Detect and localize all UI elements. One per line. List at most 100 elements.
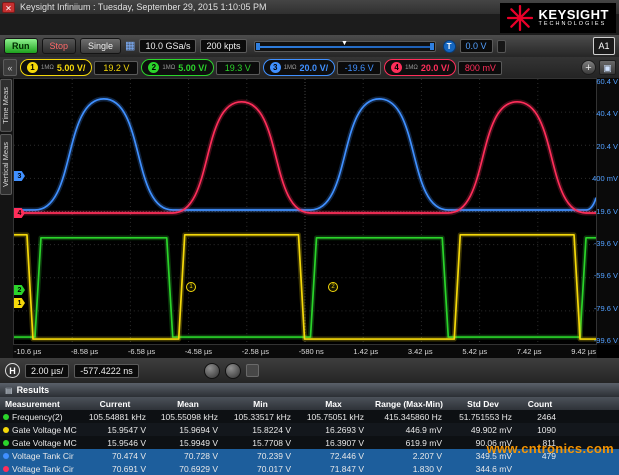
horizontal-position-knob[interactable] [225,363,241,379]
time-axis-label: 7.42 µs [517,347,542,356]
channel-4-offset[interactable]: 800 mV [458,61,502,75]
trigger-icon[interactable]: T [443,40,456,53]
channel-3-button[interactable]: 3 1MΩ 20.0 V/ [263,59,335,76]
time-axis-label: 9.42 µs [571,347,596,356]
channel-2-badge: 2 [148,62,159,73]
volt-axis-label: -39.6 V [594,240,618,248]
channel-2-offset[interactable]: 19.3 V [216,61,260,75]
close-icon[interactable]: ✕ [2,2,15,13]
time-axis-label: -10.6 µs [14,347,41,356]
add-waveform-icon[interactable]: + [581,60,596,75]
scope-a1-button[interactable]: A1 [593,37,615,55]
channel-3-scale: 20.0 V/ [300,63,329,73]
table-row-selected[interactable]: Voltage Tank Cir 70.691 V 70.6929 V 70.0… [0,462,619,475]
acquisition-icon: ▦ [125,41,135,52]
column-header: Range (Max-Min) [370,397,448,410]
scrollbar-right-cap [430,43,434,50]
measurement-gate-marker-2[interactable]: 2 [328,282,338,292]
column-header: Count [518,397,562,410]
volt-axis-label: 400 mV [592,175,618,183]
run-button[interactable]: Run [4,38,38,54]
time-axis-label: 3.42 µs [408,347,433,356]
channel-dot [3,427,9,433]
channel-2-controls: 2 1MΩ 5.00 V/ 19.3 V [141,59,259,76]
measurement-gate-marker-1[interactable]: 1 [186,282,196,292]
results-panel: ▤ Results Measurement Current Mean Min M… [0,383,619,475]
zoom-window-button[interactable] [246,364,259,377]
channel-2-button[interactable]: 2 1MΩ 5.00 V/ [141,59,213,76]
voltage-axis: 60.4 V 40.4 V 20.4 V 400 mV -19.6 V -39.… [597,78,619,345]
results-title: Results [17,385,50,395]
acquisition-scrollbar[interactable]: ▼ [254,41,436,52]
volt-axis-label: 20.4 V [596,143,618,151]
volt-axis-label: 40.4 V [596,110,618,118]
measurement-name: Frequency(2) [12,412,63,422]
watermark: www.cntronics.com [487,441,614,456]
column-header: Max [297,397,370,410]
volt-axis-label: -99.6 V [594,337,618,345]
window-title: Keysight Infiniium : Tuesday, September … [20,2,266,12]
channel-3-controls: 3 1MΩ 20.0 V/ -19.6 V [263,59,381,76]
timebase-position-box[interactable]: -577.4222 ns [74,364,139,378]
channel-1-impedance: 1MΩ [41,65,54,71]
results-table-header: Measurement Current Mean Min Max Range (… [0,397,619,410]
channel-1-offset[interactable]: 19.2 V [94,61,138,75]
waveform-display[interactable]: 3 4 2 1 1 2 [13,78,597,345]
channel-4-badge: 4 [391,62,402,73]
channel-2-scale: 5.00 V/ [178,63,207,73]
horizontal-icon[interactable]: H [5,363,20,378]
time-axis-label: -8.58 µs [71,347,98,356]
measurement-name: Voltage Tank Cir [12,451,74,461]
channel-3-badge: 3 [270,62,281,73]
measurement-name: Voltage Tank Cir [12,464,74,474]
time-axis-label: 5.42 µs [462,347,487,356]
tab-time-meas[interactable]: Time Meas [0,79,12,132]
channel-1-badge: 1 [27,62,38,73]
column-header: Current [78,397,152,410]
collapse-sidebar-icon[interactable]: « [3,59,17,76]
volt-axis-label: -59.6 V [594,272,618,280]
timebase-scale-box[interactable]: 2.00 µs/ [25,364,69,378]
channel-1-controls: 1 1MΩ 5.00 V/ 19.2 V [20,59,138,76]
scrollbar-position-icon[interactable]: ▼ [341,40,348,48]
volt-axis-label: -79.6 V [594,305,618,313]
keysight-spark-icon [507,5,533,31]
trigger-level-box[interactable]: 0.0 V [460,39,493,53]
channel-3-offset[interactable]: -19.6 V [337,61,381,75]
trigger-mini-button[interactable] [497,40,506,53]
toolbar: Run Stop Single ▦ 10.0 GSa/s 200 kpts ▼ … [0,35,619,57]
table-row[interactable]: Frequency(2) 105.54881 kHz 105.55098 kHz… [0,410,619,423]
stop-button[interactable]: Stop [42,38,77,54]
channel-dot [3,453,9,459]
tab-vertical-meas[interactable]: Vertical Meas [0,134,12,195]
horizontal-scale-knob[interactable] [204,363,220,379]
channel-1-button[interactable]: 1 1MΩ 5.00 V/ [20,59,92,76]
results-header[interactable]: ▤ Results [0,383,619,397]
keysight-logo: KEYSIGHT TECHNOLOGIES [500,3,616,33]
channel-dot [3,440,9,446]
results-icon: ▤ [5,386,13,395]
channel-4-button[interactable]: 4 1MΩ 20.0 V/ [384,59,456,76]
time-axis-label: -580 ns [299,347,324,356]
display-mode-icon[interactable]: ▣ [599,60,616,75]
memory-depth-box[interactable]: 200 kpts [200,39,246,53]
channel-4-controls: 4 1MΩ 20.0 V/ 800 mV [384,59,502,76]
horizontal-bar: H 2.00 µs/ -577.4222 ns [0,358,619,383]
time-axis: -10.6 µs -8.58 µs -6.58 µs -4.58 µs -2.5… [13,345,597,358]
channel-4-impedance: 1MΩ [405,65,418,71]
channel-bar: « 1 1MΩ 5.00 V/ 19.2 V 2 1MΩ 5.00 V/ 19.… [0,57,619,78]
volt-axis-label: 60.4 V [596,78,618,86]
column-header: Min [224,397,297,410]
table-row[interactable]: Gate Voltage MC 15.9547 V 15.9694 V 15.8… [0,423,619,436]
time-axis-label: 1.42 µs [353,347,378,356]
time-axis-label: -4.58 µs [185,347,212,356]
measurement-name: Gate Voltage MC [12,425,77,435]
logo-sub: TECHNOLOGIES [539,21,609,28]
channel-3-impedance: 1MΩ [284,65,297,71]
channel-dot [3,466,9,472]
single-button[interactable]: Single [80,38,121,54]
sample-rate-box[interactable]: 10.0 GSa/s [139,39,196,53]
time-axis-label: -6.58 µs [128,347,155,356]
measurement-name: Gate Voltage MC [12,438,77,448]
column-header: Mean [152,397,224,410]
